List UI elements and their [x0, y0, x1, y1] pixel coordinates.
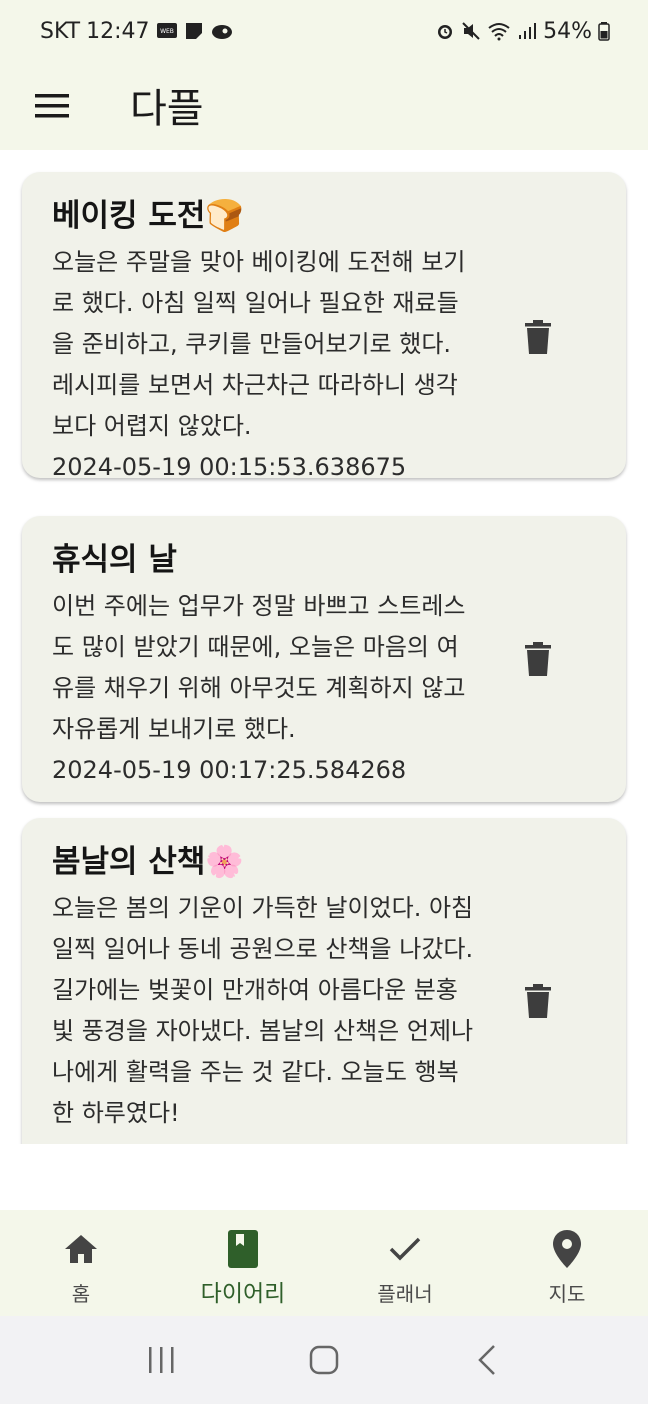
diary-title: 봄날의 산책🌸 [52, 844, 244, 880]
nav-item-diary[interactable]: 다이어리 [162, 1210, 324, 1316]
wifi-icon [487, 21, 511, 41]
map-pin-icon [553, 1230, 581, 1268]
nav-label-diary: 다이어리 [200, 1281, 286, 1307]
diary-body: 이번 주에는 업무가 정말 바쁘고 스트레스도 많이 받았기 때문에, 오늘은 … [52, 592, 466, 743]
diary-card[interactable]: 휴식의 날 이번 주에는 업무가 정말 바쁘고 스트레스도 많이 받았기 때문에… [22, 516, 626, 802]
app-title: 다플 [130, 86, 204, 132]
status-bar: SKT 12:47 WEB 54% [0, 0, 648, 62]
diary-body: 오늘은 주말을 맞아 베이킹에 도전해 보기로 했다. 아침 일찍 일어나 필요… [52, 248, 466, 440]
nav-label-map: 지도 [548, 1282, 586, 1306]
battery-icon [598, 21, 610, 41]
home-icon [63, 1230, 99, 1268]
nav-item-map[interactable]: 지도 [486, 1210, 648, 1316]
battery-label: 54% [543, 18, 592, 44]
bottom-nav: 홈 다이어리 플래너 지도 [0, 1210, 648, 1316]
diary-date: 2024-05-19 00:17:25.584268 [52, 756, 407, 784]
diary-date: 2024-05-19 00:15:53.638675 [52, 453, 407, 481]
mute-icon [461, 21, 481, 41]
trash-icon [525, 642, 551, 676]
delete-button[interactable] [522, 318, 554, 356]
nav-label-planner: 플래너 [377, 1282, 433, 1306]
check-icon [388, 1230, 422, 1268]
trash-icon [525, 984, 551, 1018]
delete-button[interactable] [522, 982, 554, 1020]
game-icon [210, 21, 234, 41]
diary-title: 베이킹 도전🍞 [52, 198, 244, 234]
menu-button[interactable] [32, 86, 72, 126]
diary-body: 오늘은 봄의 기운이 가득한 날이었다. 아침 일찍 일어나 동네 공원으로 산… [52, 894, 474, 1127]
diary-title: 휴식의 날 [52, 542, 177, 578]
recent-apps-button[interactable] [131, 1330, 191, 1390]
diary-icon [228, 1230, 258, 1268]
nav-item-home[interactable]: 홈 [0, 1210, 162, 1316]
note-icon [184, 21, 204, 41]
svg-text:WEB: WEB [160, 28, 174, 35]
trash-icon [525, 320, 551, 354]
status-left: SKT 12:47 WEB [40, 19, 234, 44]
back-chevron-icon [477, 1345, 495, 1375]
nav-label-home: 홈 [71, 1282, 91, 1306]
diary-date: 2024-05-19 00:17:55.234081 [52, 1134, 476, 1144]
home-system-button[interactable] [294, 1330, 354, 1390]
webtoon-icon: WEB [156, 20, 178, 42]
carrier-label: SKT [40, 18, 81, 44]
back-button[interactable] [457, 1330, 517, 1390]
signal-icon [517, 21, 537, 41]
nav-item-planner[interactable]: 플래너 [324, 1210, 486, 1316]
home-square-icon [309, 1345, 339, 1375]
diary-card[interactable]: 봄날의 산책🌸 오늘은 봄의 기운이 가득한 날이었다. 아침 일찍 일어나 동… [22, 818, 626, 1144]
system-nav [0, 1316, 648, 1404]
alarm-icon [435, 21, 455, 41]
diary-card[interactable]: 베이킹 도전🍞 오늘은 주말을 맞아 베이킹에 도전해 보기로 했다. 아침 일… [22, 172, 626, 481]
app-bar: 다플 [0, 62, 648, 150]
status-right: 54% [435, 19, 610, 44]
menu-icon [35, 94, 69, 118]
diary-list[interactable]: 베이킹 도전🍞 오늘은 주말을 맞아 베이킹에 도전해 보기로 했다. 아침 일… [0, 150, 648, 1144]
time-label: 12:47 [86, 18, 150, 44]
recent-apps-icon [149, 1347, 174, 1373]
delete-button[interactable] [522, 640, 554, 678]
